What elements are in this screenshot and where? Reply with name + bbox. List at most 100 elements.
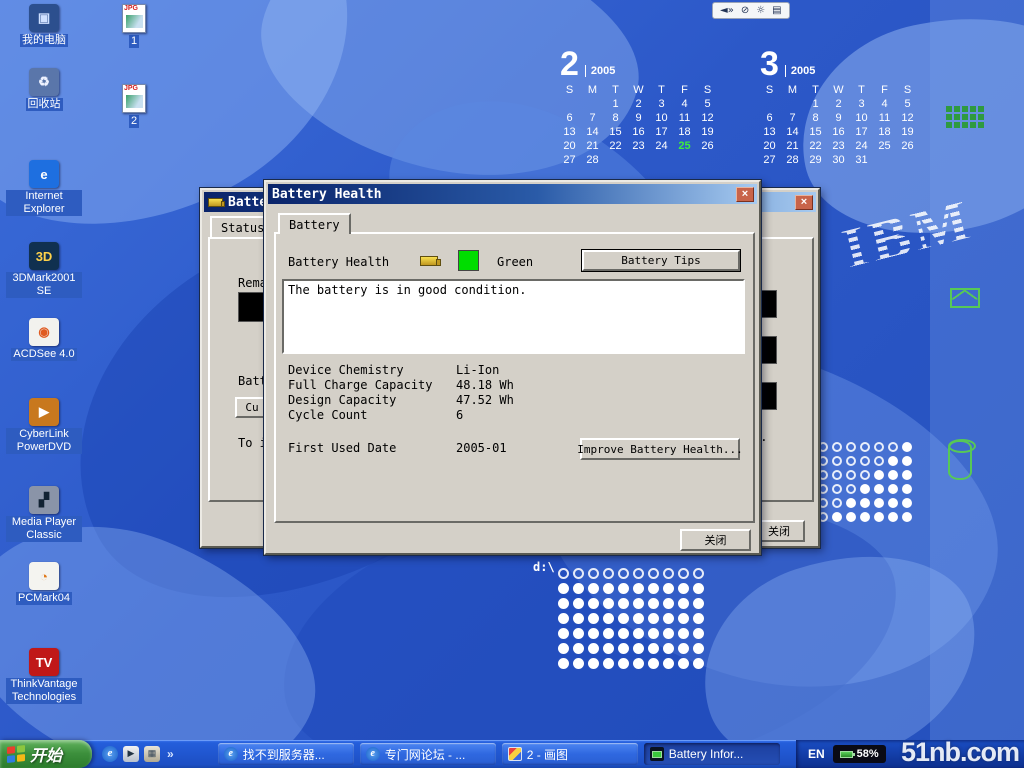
desktop-icon-my-computer[interactable]: ▣我的电脑 bbox=[6, 4, 82, 47]
calendar-day bbox=[873, 154, 896, 168]
desktop-file-2[interactable]: JPG2 bbox=[96, 84, 172, 128]
calendar-day bbox=[696, 154, 719, 168]
calendar-2: 22005SMTWTFS1234567891011121314151617181… bbox=[558, 50, 719, 168]
watermark: 51nb.com bbox=[901, 737, 1019, 768]
dot bbox=[573, 568, 584, 579]
dot bbox=[678, 598, 689, 609]
calendar-day bbox=[627, 154, 650, 168]
calendar-day: 2 bbox=[827, 98, 850, 112]
battery-health-label: Battery Health bbox=[288, 255, 389, 269]
taskbar-task-2[interactable]: e专门网论坛 - ... bbox=[360, 743, 496, 765]
field-value: 6 bbox=[456, 408, 463, 423]
dot bbox=[618, 598, 629, 609]
desktop-icon-recycle-bin[interactable]: ♻回收站 bbox=[6, 68, 82, 111]
dot bbox=[860, 442, 870, 452]
keyboard-icon bbox=[946, 106, 984, 128]
language-indicator[interactable]: EN bbox=[808, 747, 825, 761]
desktop-icon-label: 2 bbox=[129, 115, 139, 128]
dot bbox=[558, 628, 569, 639]
dot bbox=[902, 512, 912, 522]
calendar-day bbox=[650, 154, 673, 168]
mute-icon: ⊘ bbox=[741, 5, 749, 16]
internet-explorer-icon[interactable]: e bbox=[102, 746, 118, 762]
desktop-icon-pcmark04[interactable]: ◔PCMark04 bbox=[6, 562, 82, 605]
dot bbox=[846, 456, 856, 466]
dot bbox=[693, 643, 704, 654]
jpg-thumbnail bbox=[126, 95, 143, 108]
desktop-icon-thinkvantage-technologies[interactable]: TVThinkVantage Technologies bbox=[6, 648, 82, 704]
calendar-day bbox=[781, 98, 804, 112]
calendar-dow: W bbox=[827, 84, 850, 98]
field-value: 47.52 Wh bbox=[456, 393, 514, 408]
field-row: Design Capacity47.52 Wh bbox=[288, 393, 514, 408]
window-title: Batte bbox=[228, 195, 267, 210]
field-label: Cycle Count bbox=[288, 408, 456, 423]
dot bbox=[902, 470, 912, 480]
dot bbox=[618, 568, 629, 579]
dot bbox=[648, 568, 659, 579]
battery-tips-button[interactable]: Battery Tips bbox=[582, 250, 740, 271]
dot bbox=[663, 598, 674, 609]
condition-textbox[interactable]: The battery is in good condition. bbox=[282, 279, 745, 354]
calendar-day: 25 bbox=[873, 140, 896, 154]
jpg-file-icon: JPG bbox=[122, 4, 146, 33]
taskbar-task-3[interactable]: 2 - 画图 bbox=[502, 743, 638, 765]
desktop-icon-internet-explorer[interactable]: eInternet Explorer bbox=[6, 160, 82, 216]
chevron-icon[interactable]: » bbox=[165, 747, 174, 761]
desktop-icon-3dmark2001-se[interactable]: 3D3DMark2001 SE bbox=[6, 242, 82, 298]
desktop-icon-acdsee-40[interactable]: ◉ACDSee 4.0 bbox=[6, 318, 82, 361]
dot bbox=[888, 484, 898, 494]
dot bbox=[874, 442, 884, 452]
desktop-icon-cyberlink-powerdvd[interactable]: ▶CyberLink PowerDVD bbox=[6, 398, 82, 454]
task-label: 找不到服务器... bbox=[243, 746, 325, 763]
taskbar-task-1[interactable]: e 找不到服务器... bbox=[218, 743, 354, 765]
dot bbox=[648, 643, 659, 654]
tab-battery[interactable]: Battery bbox=[278, 213, 351, 234]
calendar-day: 12 bbox=[896, 112, 919, 126]
dot bbox=[633, 598, 644, 609]
dot bbox=[874, 484, 884, 494]
desktop-file-1[interactable]: JPG1 bbox=[96, 4, 172, 48]
dialog-titlebar[interactable]: Battery Health × bbox=[268, 184, 757, 204]
dot bbox=[832, 498, 842, 508]
dot bbox=[588, 658, 599, 669]
taskbar-task-4[interactable]: Battery Infor... bbox=[644, 743, 780, 765]
keyboard-key bbox=[954, 106, 960, 112]
calendar-day: 24 bbox=[650, 140, 673, 154]
dot bbox=[846, 470, 856, 480]
calendar-day: 23 bbox=[627, 140, 650, 154]
dot bbox=[888, 470, 898, 480]
close-icon[interactable]: × bbox=[795, 195, 813, 210]
calendar-day: 1 bbox=[604, 98, 627, 112]
dot-grid-bottom bbox=[558, 568, 704, 669]
calendar-day: 28 bbox=[581, 154, 604, 168]
calendar-day: 21 bbox=[781, 140, 804, 154]
desktop-icon-label: 3DMark2001 SE bbox=[6, 272, 82, 298]
keyboard-key bbox=[978, 122, 984, 128]
media-player-icon[interactable]: ▶ bbox=[123, 746, 139, 762]
dot bbox=[603, 628, 614, 639]
show-desktop-icon[interactable]: ▦ bbox=[144, 746, 160, 762]
calendar-month: 3 bbox=[760, 50, 779, 78]
dot bbox=[558, 568, 569, 579]
dialog-close-button[interactable]: 关闭 bbox=[680, 529, 751, 551]
desktop-icon-media-player-classic[interactable]: ▞Media Player Classic bbox=[6, 486, 82, 542]
dot bbox=[663, 658, 674, 669]
calendar-day: 27 bbox=[558, 154, 581, 168]
dot-grid-right bbox=[818, 442, 912, 522]
calendar-day: 17 bbox=[850, 126, 873, 140]
calendar-day: 26 bbox=[696, 140, 719, 154]
paint-icon bbox=[508, 747, 522, 761]
calendar-day: 26 bbox=[896, 140, 919, 154]
calendar-day: 15 bbox=[804, 126, 827, 140]
tray-battery-indicator[interactable]: 58% bbox=[833, 745, 886, 763]
jpg-thumbnail bbox=[126, 15, 143, 28]
media-player-classic-icon: ▞ bbox=[29, 486, 59, 514]
dot bbox=[860, 484, 870, 494]
improve-battery-health-button[interactable]: Improve Battery Health... bbox=[580, 438, 740, 460]
start-button[interactable]: 开始 bbox=[0, 740, 92, 768]
close-icon[interactable]: × bbox=[736, 187, 754, 202]
field-row: Device ChemistryLi-Ion bbox=[288, 363, 514, 378]
ie-icon: e bbox=[224, 747, 238, 761]
desktop-icon-label: CyberLink PowerDVD bbox=[6, 428, 82, 454]
